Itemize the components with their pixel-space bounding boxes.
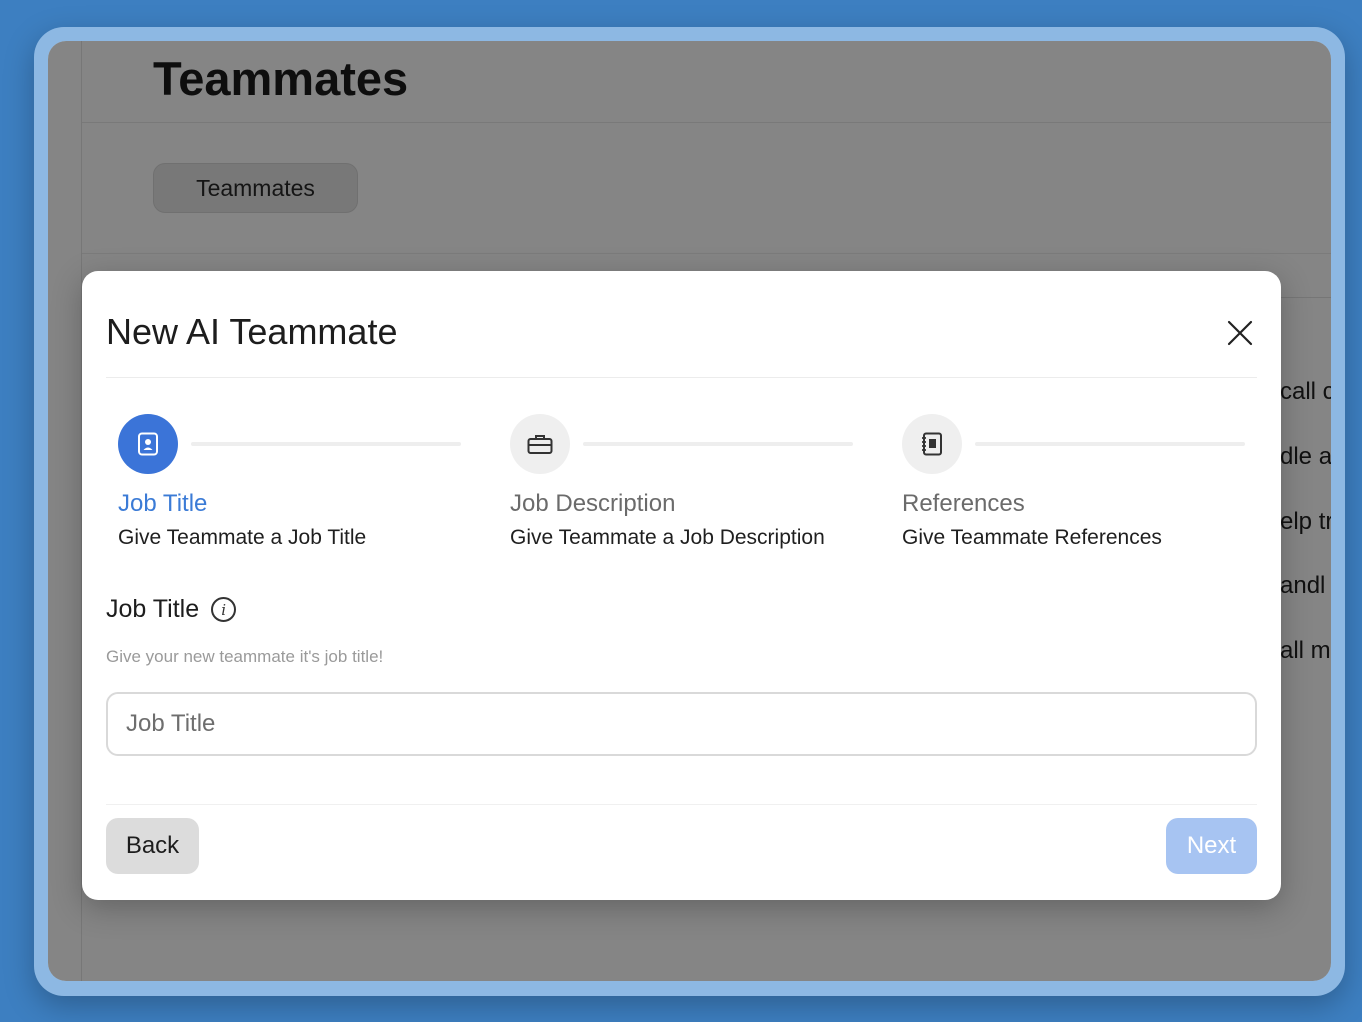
- notebook-icon: [922, 432, 942, 456]
- step-connector: [975, 442, 1245, 446]
- briefcase-icon: [527, 435, 553, 454]
- step-label: References: [902, 490, 1025, 517]
- header-divider: [106, 377, 1257, 378]
- job-title-label: Job Title i: [106, 595, 237, 624]
- step-subtitle: Give Teammate a Job Title: [118, 526, 367, 549]
- footer-divider: [106, 804, 1257, 805]
- step-label: Job Title: [118, 490, 208, 517]
- close-icon: [1227, 320, 1253, 346]
- info-icon[interactable]: i: [211, 597, 237, 622]
- field-help-text: Give your new teammate it's job title!: [106, 647, 384, 666]
- step-label: Job Description: [510, 490, 676, 517]
- back-button[interactable]: Back: [106, 818, 199, 874]
- contact-badge-icon: [138, 432, 158, 456]
- step-connector: [191, 442, 461, 446]
- job-title-input[interactable]: [106, 692, 1257, 756]
- dialog-title: New AI Teammate: [106, 311, 398, 352]
- step-subtitle: Give Teammate a Job Description: [510, 526, 825, 549]
- new-teammate-dialog: New AI Teammate Job Title Give Teammate …: [82, 271, 1281, 900]
- step-indicator: [118, 414, 178, 474]
- step-indicator: [902, 414, 962, 474]
- next-button[interactable]: Next: [1166, 818, 1257, 874]
- step-connector: [583, 442, 853, 446]
- step-subtitle: Give Teammate References: [902, 526, 1162, 549]
- step-indicator: [510, 414, 570, 474]
- field-label-text: Job Title: [106, 595, 200, 623]
- close-button[interactable]: [1222, 315, 1258, 351]
